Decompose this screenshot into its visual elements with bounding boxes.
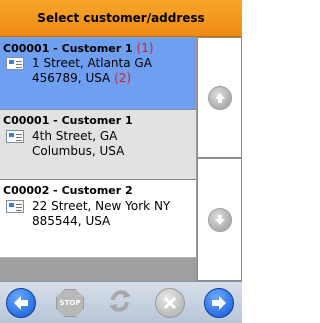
list-item[interactable]: C00002 - Customer 2 22 Street, New York … [0, 180, 196, 258]
refresh-button[interactable] [105, 288, 135, 318]
scroll-up-button[interactable] [197, 37, 242, 158]
header-bar: Select customer/address [0, 0, 242, 37]
refresh-icon [105, 286, 135, 320]
annotation-marker: (2) [114, 71, 132, 85]
arrow-right-icon [204, 288, 234, 318]
customer-title: C00001 - Customer 1 [3, 114, 133, 127]
list-item[interactable]: C00001 - Customer 1 4th Street, GA Colum… [0, 110, 196, 180]
address-text: 1 Street, Atlanta GA 456789, USA (2) [32, 56, 152, 85]
forward-button[interactable] [204, 288, 234, 318]
customer-address-list[interactable]: C00001 - Customer 1 (1) 1 Street, Atlant… [0, 37, 196, 281]
cancel-button[interactable] [155, 288, 185, 318]
address-card-icon [6, 57, 24, 70]
address-text: 4th Street, GA Columbus, USA [32, 129, 125, 158]
customer-title: C00002 - Customer 2 [3, 184, 133, 197]
annotation-marker: (1) [136, 41, 154, 55]
bottom-toolbar: STOP [0, 281, 242, 323]
close-icon [155, 288, 185, 318]
list-item[interactable]: C00001 - Customer 1 (1) 1 Street, Atlant… [0, 37, 196, 110]
arrow-left-icon [6, 288, 36, 318]
page-title: Select customer/address [37, 11, 205, 25]
address-card-icon [6, 200, 24, 213]
address-text: 22 Street, New York NY 885544, USA [32, 199, 171, 228]
address-card-icon [6, 130, 24, 143]
arrow-up-icon [207, 85, 232, 110]
scroll-panel [196, 37, 242, 281]
arrow-down-icon [207, 207, 232, 232]
customer-title: C00001 - Customer 1 (1) [3, 41, 154, 55]
scroll-down-button[interactable] [197, 158, 242, 281]
stop-icon: STOP [56, 289, 84, 317]
stop-button[interactable]: STOP [55, 288, 85, 318]
back-button[interactable] [6, 288, 36, 318]
